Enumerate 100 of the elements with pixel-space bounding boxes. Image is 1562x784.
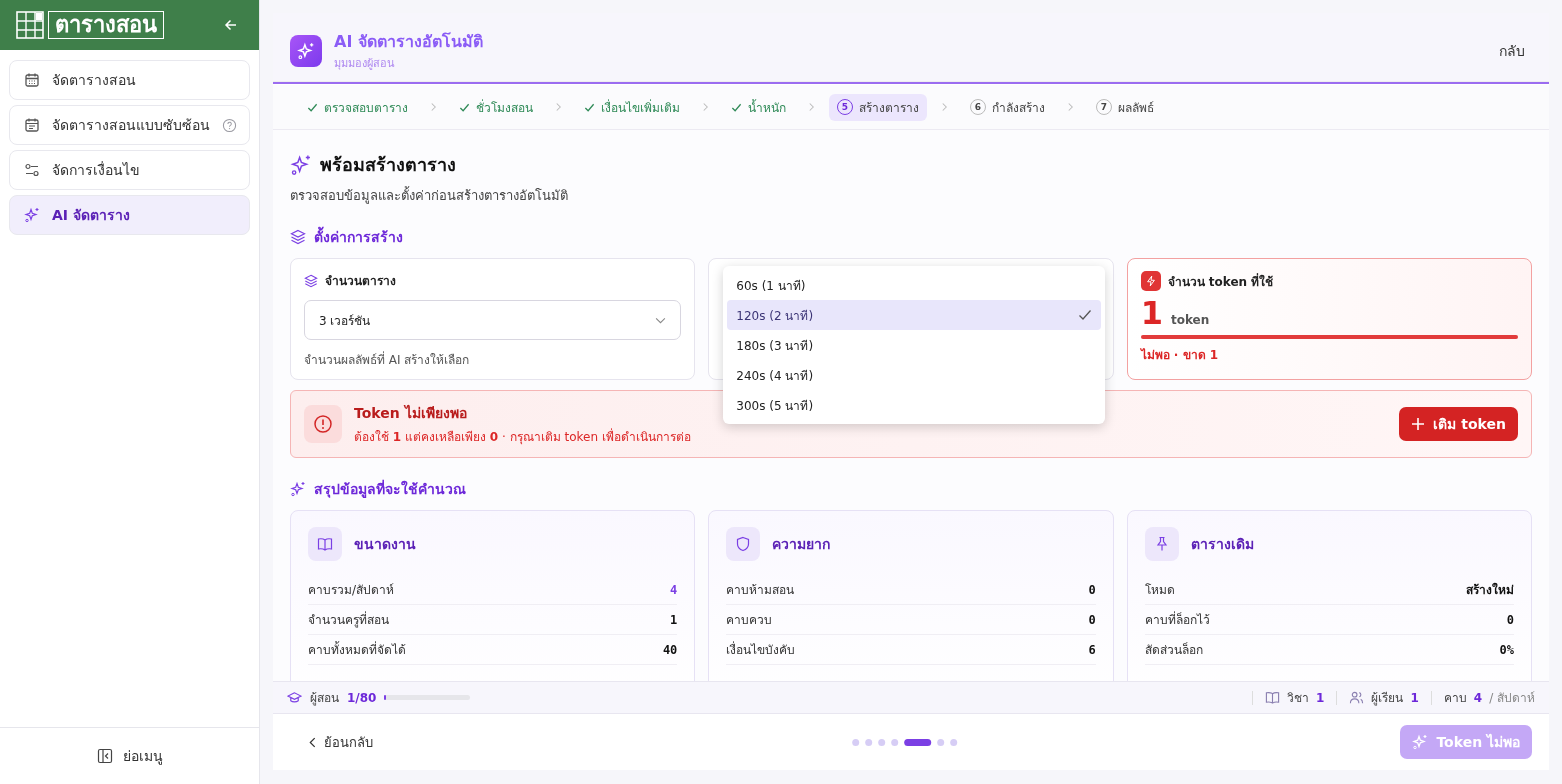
stat-value: สร้างใหม่	[1466, 581, 1514, 599]
calendar-icon	[24, 72, 40, 88]
stat-value: 0	[1088, 612, 1096, 627]
stat-label: โหมด	[1144, 582, 1175, 599]
stat-label: คาบทั้งหมดที่จัดได้	[308, 640, 406, 659]
chevron-right-icon	[430, 102, 437, 112]
calendar-icon	[24, 117, 40, 133]
sparkles-icon	[290, 153, 312, 176]
status-label: ผู้สอน	[310, 690, 339, 707]
alert-message: ต้องใช้ 1 แต่คงเหลือเพียง 0 · กรุณาเติม token เพื่อดำเนินการต่อ	[354, 427, 691, 446]
version-select[interactable]: 3 เวอร์ชัน	[304, 300, 682, 340]
dropdown-option[interactable]: 60s (1 นาที)	[727, 270, 1102, 300]
stat-unit: / สัปดาห์	[1489, 690, 1535, 707]
stat-label: คาบที่ล็อกไว้	[1144, 610, 1210, 629]
stat-value: 0%	[1499, 642, 1514, 657]
subsection-heading: สรุปข้อมูลที่จะใช้คำนวณ	[314, 478, 466, 500]
check-icon	[731, 101, 742, 113]
stat-value: 0	[1088, 582, 1096, 597]
step-tab[interactable]: 5 สร้างตาราง	[829, 93, 927, 121]
token-unit: token	[1170, 313, 1210, 327]
stat-label: เงื่อนไขบังคับ	[726, 640, 796, 659]
stat-label: คาบห้ามสอน	[726, 582, 795, 599]
status-count: 1/80	[347, 690, 377, 705]
back-button[interactable]: ย้อนกลับ	[303, 730, 379, 754]
sparkles-icon	[1412, 734, 1429, 750]
stat-value: 40	[662, 642, 678, 657]
stat-value: 0	[1506, 612, 1514, 627]
sparkles-icon	[24, 207, 40, 223]
step-tab[interactable]: เงื่อนไขเพิ่มเติม	[576, 93, 688, 121]
layers-icon	[290, 229, 306, 245]
chevron-left-icon	[309, 736, 316, 748]
check-icon	[307, 101, 318, 113]
back-button[interactable]: กลับ	[1493, 38, 1531, 63]
layers-icon	[304, 273, 318, 288]
dropdown-option[interactable]: 240s (4 นาที)	[727, 360, 1102, 390]
add-token-button[interactable]: เติม token	[1399, 407, 1518, 441]
sidebar-item[interactable]: จัดตารางสอน	[9, 60, 250, 100]
step-tab[interactable]: ตรวจสอบตาราง	[299, 93, 416, 121]
dropdown-option[interactable]: 180s (3 นาที)	[727, 330, 1102, 360]
subsection-heading: ตั้งค่าการสร้าง	[314, 226, 403, 248]
sidebar-item[interactable]: จัดตารางสอนแบบซับซ้อน	[9, 105, 250, 145]
dropdown-option[interactable]: 120s (2 นาที)	[727, 300, 1102, 330]
page-title: AI จัดตารางอัตโนมัติ	[334, 31, 483, 53]
book-icon	[1265, 690, 1281, 705]
section-title: พร้อมสร้างตาราง	[320, 153, 456, 177]
chevron-right-icon	[808, 102, 815, 112]
field-label: จำนวน token ที่ใช้	[1167, 272, 1274, 291]
chevron-right-icon	[1067, 102, 1074, 112]
stat-label: คาบควบ	[726, 612, 773, 629]
check-icon	[459, 101, 470, 113]
check-icon	[584, 101, 595, 113]
chevron-down-icon	[655, 316, 667, 324]
step-tab[interactable]: ชั่วโมงสอน	[451, 93, 541, 121]
users-icon	[1349, 690, 1365, 705]
sparkles-icon	[290, 34, 322, 67]
stat-label: คาบรวม/สัปดาห์	[308, 582, 395, 599]
help-icon[interactable]	[222, 117, 237, 133]
chevron-right-icon	[702, 102, 709, 112]
lightning-icon	[1140, 271, 1161, 291]
field-label: จำนวนตาราง	[325, 273, 396, 290]
sidebar-item[interactable]: จัดการเงื่อนไข	[9, 150, 250, 190]
grid-logo-icon	[16, 11, 44, 39]
sidebar-collapse-icon	[96, 748, 113, 764]
app-logo: ตารางสอน	[48, 11, 164, 39]
token-amount: 1	[1140, 295, 1163, 331]
stat-value: 1	[1410, 690, 1419, 705]
alert-title: Token ไม่เพียงพอ	[354, 404, 467, 423]
card-title: ความยาก	[772, 535, 831, 554]
stat-label: วิชา	[1287, 690, 1310, 707]
check-icon	[1078, 309, 1093, 321]
sparkles-icon	[290, 481, 306, 497]
page-subtitle: มุมมองผู้สอน	[334, 56, 396, 72]
section-description: ตรวจสอบข้อมูลและตั้งค่าก่อนสร้างตารางอัตโนมัติ	[290, 185, 569, 206]
dropdown-option[interactable]: 300s (5 นาที)	[727, 390, 1102, 420]
back-arrow-icon[interactable]	[223, 17, 239, 33]
stat-value: 6	[1088, 642, 1096, 657]
chevron-right-icon	[555, 102, 562, 112]
collapse-menu-button[interactable]: ย่อเมนู	[90, 744, 169, 768]
step-tab[interactable]: 6 กำลังสร้าง	[962, 93, 1053, 121]
card-title: ขนาดงาน	[354, 535, 416, 554]
sliders-icon	[24, 162, 40, 178]
sidebar-item[interactable]: AI จัดตาราง	[9, 195, 250, 235]
stat-label: คาบ	[1443, 690, 1467, 707]
stat-value: 4	[670, 582, 678, 597]
graduation-cap-icon	[287, 690, 302, 705]
field-hint: จำนวนผลลัพธ์ที่ AI สร้างให้เลือก	[304, 350, 471, 369]
token-status: ไม่พอ · ขาด 1	[1140, 347, 1220, 364]
summary-icon	[1144, 527, 1179, 561]
stat-value: 1	[670, 612, 678, 627]
stat-label: ผู้เรียน	[1371, 690, 1404, 707]
chevron-right-icon	[941, 102, 948, 112]
step-tab[interactable]: น้ำหนัก	[723, 93, 794, 121]
plus-icon	[1411, 417, 1426, 431]
summary-icon	[308, 527, 342, 561]
stat-value: 1	[1316, 690, 1325, 705]
card-title: ตารางเดิม	[1190, 535, 1254, 554]
stat-value: 4	[1473, 690, 1483, 705]
summary-icon	[726, 527, 761, 561]
step-tab[interactable]: 7 ผลลัพธ์	[1088, 93, 1162, 121]
alert-icon	[304, 405, 342, 443]
